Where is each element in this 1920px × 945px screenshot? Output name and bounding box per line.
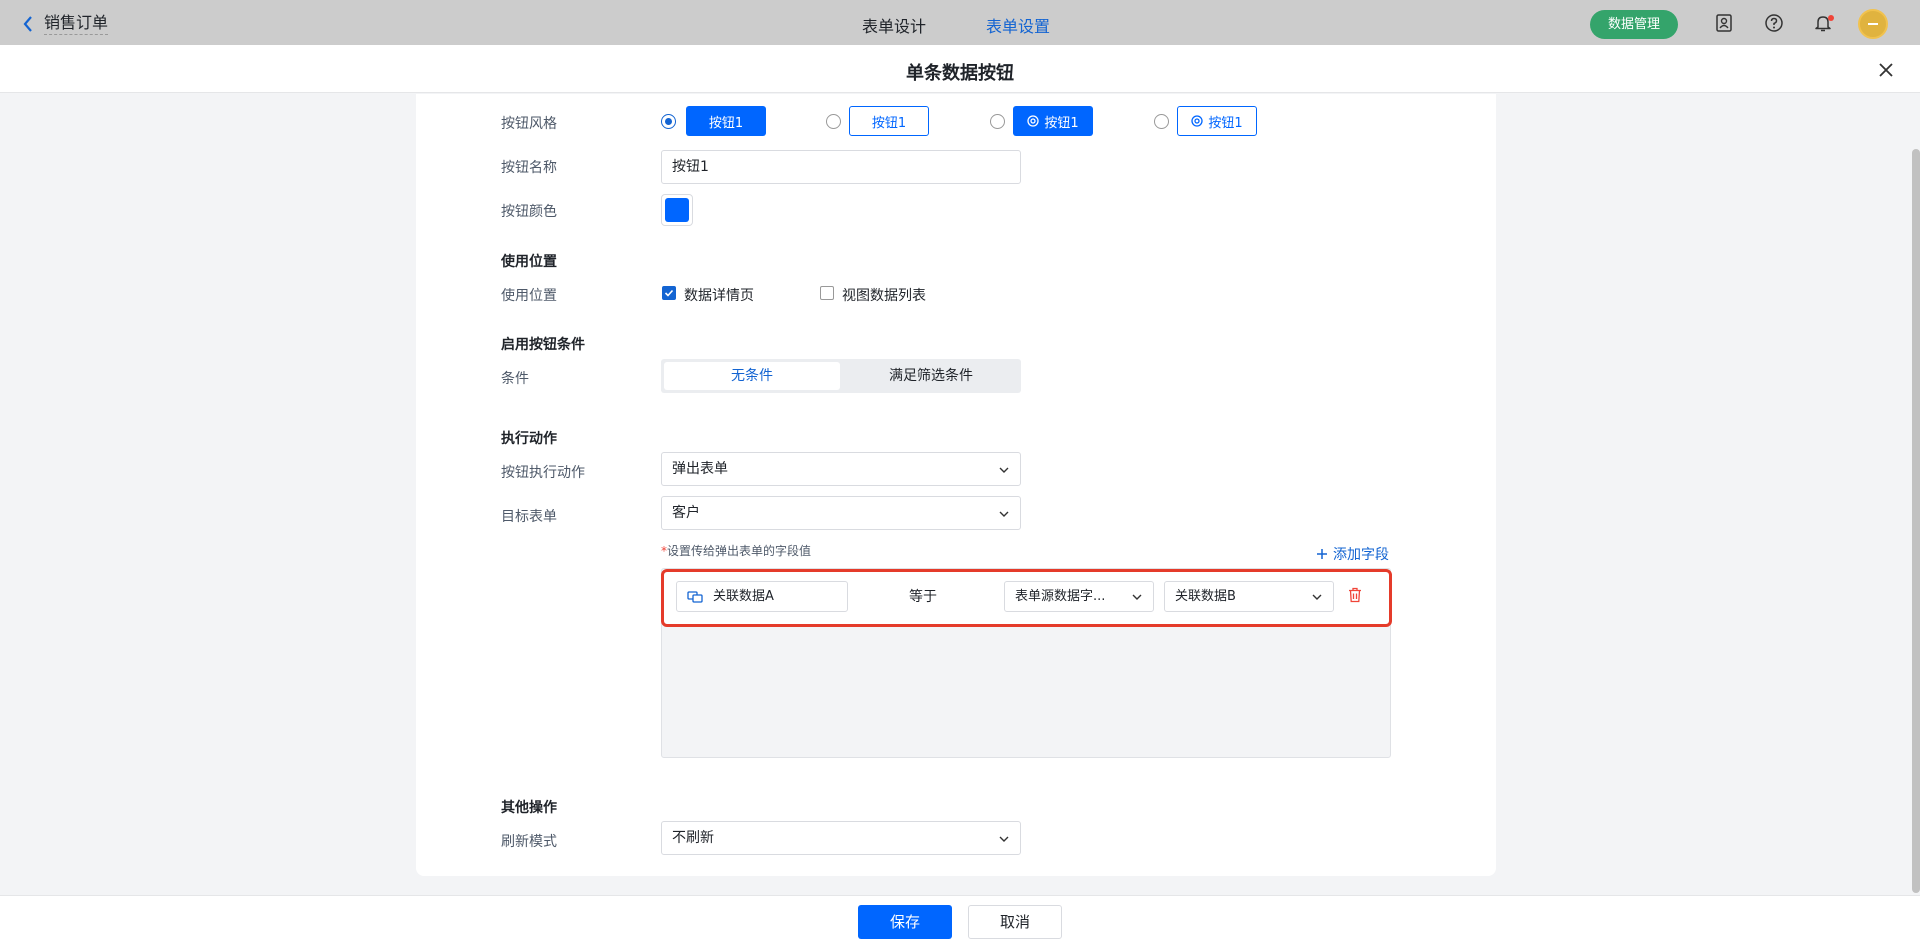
close-icon[interactable]	[1876, 60, 1896, 80]
source-type-value: 表单源数据字...	[1015, 589, 1106, 604]
source-field-value: 关联数据B	[1175, 589, 1236, 604]
condition-segmented-control: 无条件 满足筛选条件	[661, 359, 1021, 393]
hint-text: 设置传给弹出表单的字段值	[667, 544, 812, 558]
style-option-text: 按钮1	[708, 115, 744, 131]
style-option-solid-icon[interactable]: 按钮1	[1013, 106, 1093, 136]
condition-section-title: 启用按钮条件	[501, 337, 585, 353]
refresh-mode-select[interactable]: 不刷新	[661, 821, 1021, 855]
top-bar: 销售订单 表单设计 表单设置 数据管理	[0, 0, 1920, 45]
view-list-checkbox[interactable]	[820, 286, 834, 300]
chevron-down-icon	[999, 467, 1009, 473]
save-button[interactable]: 保存	[858, 905, 952, 939]
detail-page-checkbox[interactable]	[662, 286, 676, 300]
delete-icon[interactable]	[1348, 587, 1362, 603]
filter-condition-option[interactable]: 满足筛选条件	[843, 362, 1019, 390]
usage-label: 使用位置	[501, 288, 557, 304]
style-option-outline-icon[interactable]: 按钮1	[1177, 106, 1257, 136]
style-radio-2[interactable]	[826, 114, 841, 129]
detail-page-label: 数据详情页	[684, 288, 754, 304]
link-data-icon	[687, 591, 703, 603]
modal-footer: 保存 取消	[0, 895, 1920, 945]
style-option-text: 按钮1	[871, 115, 907, 131]
style-radio-3[interactable]	[990, 114, 1005, 129]
source-field-select[interactable]: 关联数据B	[1164, 581, 1334, 612]
style-radio-4[interactable]	[1154, 114, 1169, 129]
check-icon	[664, 289, 674, 297]
plus-icon	[1317, 549, 1327, 559]
button-style-label: 按钮风格	[501, 116, 557, 132]
style-option-outline[interactable]: 按钮1	[849, 106, 929, 136]
target-form-value: 客户	[672, 505, 700, 521]
operator-text: 等于	[909, 589, 937, 605]
refresh-mode-label: 刷新模式	[501, 834, 557, 850]
add-field-text: 添加字段	[1333, 547, 1389, 563]
chevron-left-icon	[23, 15, 32, 32]
target-form-select[interactable]: 客户	[661, 496, 1021, 530]
style-option-text: 按钮1	[1044, 115, 1079, 131]
target-icon	[1027, 115, 1040, 127]
target-icon	[1191, 115, 1204, 127]
chevron-down-icon	[999, 511, 1009, 517]
action-select[interactable]: 弹出表单	[661, 452, 1021, 486]
top-tabs: 表单设计 表单设置	[862, 13, 1110, 37]
contacts-icon[interactable]	[1714, 13, 1734, 33]
button-name-label: 按钮名称	[501, 160, 557, 176]
condition-label: 条件	[501, 371, 529, 387]
scrollbar[interactable]	[1912, 149, 1920, 893]
tab-form-settings[interactable]: 表单设置	[986, 13, 1050, 37]
button-color-swatch[interactable]	[661, 194, 693, 226]
chevron-down-icon	[1312, 594, 1322, 600]
cancel-button[interactable]: 取消	[968, 905, 1062, 939]
source-type-select[interactable]: 表单源数据字...	[1004, 581, 1154, 612]
button-color-label: 按钮颜色	[501, 204, 557, 220]
no-condition-option[interactable]: 无条件	[664, 362, 840, 390]
help-icon[interactable]	[1764, 13, 1784, 33]
modal-title: 单条数据按钮	[906, 63, 1014, 84]
other-section-title: 其他操作	[501, 800, 557, 816]
action-label: 按钮执行动作	[501, 465, 585, 481]
chevron-down-icon	[1132, 594, 1142, 600]
view-list-label: 视图数据列表	[842, 288, 926, 304]
back-button[interactable]: 销售订单	[22, 12, 109, 35]
tab-form-design[interactable]: 表单设计	[862, 13, 926, 37]
target-field-chip: 关联数据A	[676, 581, 848, 612]
notification-dot	[1828, 15, 1834, 21]
field-values-hint: *设置传给弹出表单的字段值	[661, 542, 811, 559]
field-mapping-row: 关联数据A 等于 表单源数据字... 关联数据B	[661, 569, 1392, 627]
usage-section-title: 使用位置	[501, 254, 557, 270]
refresh-mode-value: 不刷新	[672, 830, 714, 846]
chevron-down-icon	[999, 836, 1009, 842]
app-title: 销售订单	[44, 12, 109, 35]
avatar[interactable]	[1858, 9, 1888, 39]
modal-header: 单条数据按钮	[0, 45, 1920, 93]
data-management-button[interactable]: 数据管理	[1590, 10, 1678, 39]
style-radio-1[interactable]	[661, 114, 676, 129]
modal-body	[0, 94, 1920, 895]
action-select-value: 弹出表单	[672, 461, 728, 477]
button-name-input[interactable]: 按钮1	[661, 150, 1021, 184]
target-field-text: 关联数据A	[713, 589, 774, 604]
style-option-solid[interactable]: 按钮1	[686, 106, 766, 136]
target-form-label: 目标表单	[501, 509, 557, 525]
action-section-title: 执行动作	[501, 431, 557, 447]
add-field-button[interactable]: 添加字段	[1316, 544, 1389, 564]
style-option-text: 按钮1	[1208, 115, 1243, 131]
